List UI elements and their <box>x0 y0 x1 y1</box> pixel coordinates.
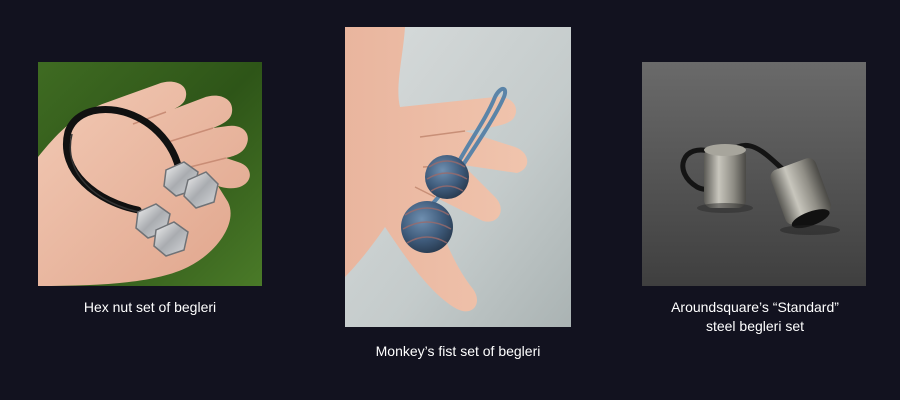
monkeys-fist-caption-text: Monkey’s fist set of begleri <box>375 343 541 359</box>
steel-caption-line1: Aroundsquare’s “Standard” <box>671 299 839 315</box>
monkeys-fist-caption: Monkey’s fist set of begleri <box>330 342 586 361</box>
steel-begleri-photo <box>642 62 866 286</box>
steel-caption-line2: steel begleri set <box>705 318 805 334</box>
hex-nut-caption: Hex nut set of begleri <box>38 298 262 317</box>
hex-nut-begleri-photo <box>38 62 262 286</box>
monkeys-fist-begleri-photo <box>345 27 571 327</box>
hex-nut-caption-text: Hex nut set of begleri <box>83 299 217 315</box>
steel-begleri-caption: Aroundsquare’s “Standard” steel begleri … <box>630 298 880 336</box>
